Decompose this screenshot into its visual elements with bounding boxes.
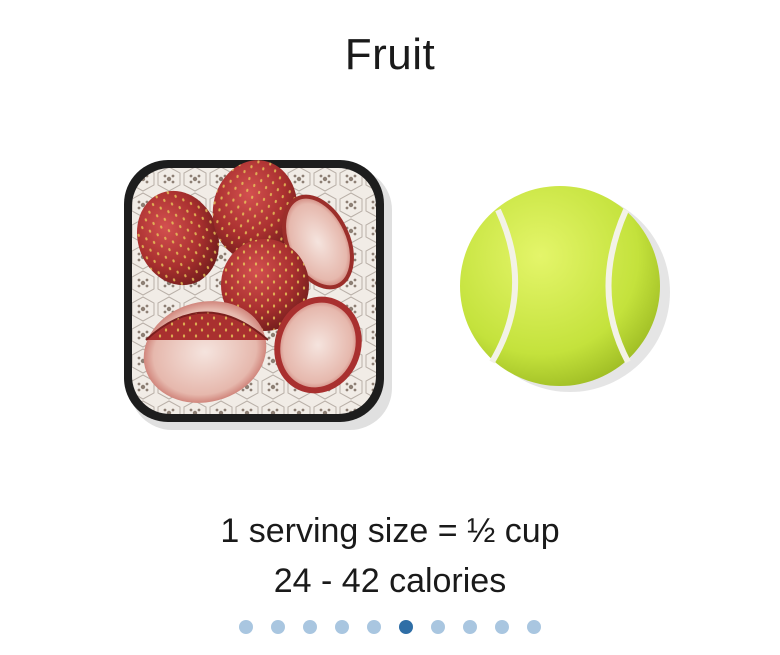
- serving-size-text: 1 serving size = ½ cup: [220, 512, 560, 550]
- page-indicator: [0, 620, 780, 634]
- page-dot-3[interactable]: [303, 620, 317, 634]
- page-dot-10[interactable]: [527, 620, 541, 634]
- page-dot-8[interactable]: [463, 620, 477, 634]
- page-dot-2[interactable]: [271, 620, 285, 634]
- page-title: Fruit: [344, 30, 436, 79]
- page-dot-5[interactable]: [367, 620, 381, 634]
- page-dot-7[interactable]: [431, 620, 445, 634]
- comparison-image: [124, 160, 670, 430]
- page-dot-9[interactable]: [495, 620, 509, 634]
- comparison-illustration: [0, 140, 780, 460]
- page-dot-4[interactable]: [335, 620, 349, 634]
- page-dot-6[interactable]: [399, 620, 413, 634]
- calories-text: 24 - 42 calories: [273, 562, 507, 600]
- page-dot-1[interactable]: [239, 620, 253, 634]
